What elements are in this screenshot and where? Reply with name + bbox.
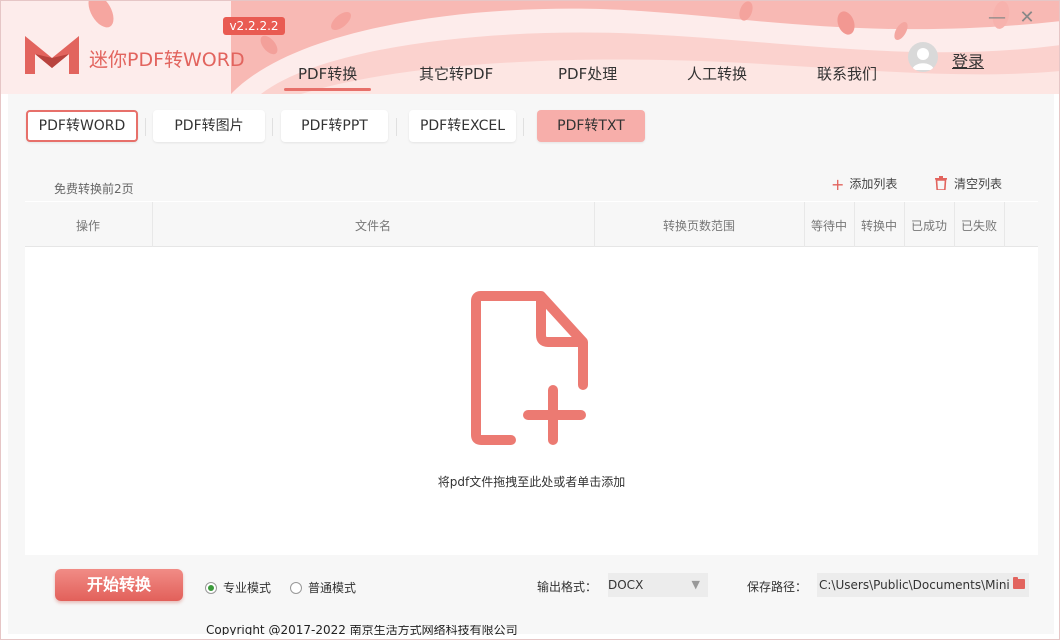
column-header: 操作 bbox=[76, 219, 101, 233]
start-convert-button[interactable]: 开始转换 bbox=[55, 569, 183, 601]
clear-list-label: 清空列表 bbox=[954, 177, 1003, 191]
column-separator bbox=[804, 202, 805, 247]
mode-professional[interactable]: 专业模式 bbox=[205, 579, 271, 596]
folder-icon[interactable] bbox=[1013, 577, 1025, 589]
drop-hint: 将pdf文件拖拽至此处或者单击添加 bbox=[437, 475, 626, 489]
drop-zone[interactable]: 将pdf文件拖拽至此处或者单击添加 bbox=[25, 247, 1038, 555]
free-note: 免费转换前2页 bbox=[54, 182, 134, 196]
add-list-label: 添加列表 bbox=[849, 177, 898, 191]
app-window: 迷你PDF转WORD v2.2.2.2 PDF转换 其它转PDF PDF处理 人… bbox=[0, 0, 1060, 640]
mode-normal[interactable]: 普通模式 bbox=[290, 579, 356, 596]
bottom-bar: 开始转换 专业模式 普通模式 输出格式： DOCX ▼ 保存路径： C:\Use… bbox=[25, 555, 1038, 615]
add-list-button[interactable]: + 添加列表 bbox=[831, 175, 897, 194]
avatar[interactable] bbox=[908, 42, 938, 72]
divider bbox=[272, 118, 273, 136]
column-separator bbox=[1004, 202, 1005, 247]
column-header: 等待中 bbox=[811, 219, 848, 233]
output-format-select[interactable]: DOCX ▼ bbox=[608, 573, 708, 597]
mode-normal-label: 普通模式 bbox=[308, 581, 357, 595]
column-header: 已失败 bbox=[961, 219, 998, 233]
plus-icon: + bbox=[831, 175, 845, 194]
mode-professional-label: 专业模式 bbox=[223, 581, 272, 595]
close-button[interactable]: ✕ bbox=[1016, 7, 1038, 29]
column-header: 文件名 bbox=[355, 219, 392, 233]
type-pdf-to-word[interactable]: PDF转WORD bbox=[26, 110, 138, 142]
table-header: 操作 文件名 转换页数范围 等待中 转换中 已成功 已失败 bbox=[25, 202, 1038, 247]
tab-pdf-process[interactable]: PDF处理 bbox=[558, 63, 617, 84]
type-pdf-to-image[interactable]: PDF转图片 bbox=[153, 110, 265, 142]
panel-toolbar: 免费转换前2页 + 添加列表 清空列表 bbox=[25, 165, 1038, 201]
app-logo bbox=[25, 36, 79, 74]
column-separator bbox=[904, 202, 905, 247]
minimize-button[interactable]: — bbox=[986, 7, 1008, 29]
add-file-icon bbox=[471, 291, 588, 445]
output-format-label: 输出格式： bbox=[537, 580, 598, 594]
save-path-value: C:\Users\Public\Documents\Mini bbox=[819, 578, 1010, 592]
radio-checked-icon bbox=[205, 582, 217, 594]
app-title: 迷你PDF转WORD bbox=[89, 49, 245, 71]
clear-list-button[interactable]: 清空列表 bbox=[935, 175, 1002, 192]
divider bbox=[523, 118, 524, 136]
output-format-value: DOCX bbox=[608, 578, 644, 592]
column-header: 转换中 bbox=[861, 219, 898, 233]
copyright-text: Copyright @2017-2022 南京生活方式网络科技有限公司 bbox=[206, 625, 518, 635]
tab-other-to-pdf[interactable]: 其它转PDF bbox=[419, 63, 493, 84]
column-header: 转换页数范围 bbox=[663, 219, 736, 233]
tab-pdf-convert[interactable]: PDF转换 bbox=[283, 63, 372, 91]
login-link[interactable]: 登录 bbox=[952, 48, 984, 72]
column-separator bbox=[854, 202, 855, 247]
file-panel: 免费转换前2页 + 添加列表 清空列表 操作 文件名 转换页数范围 等待中 转换… bbox=[25, 165, 1038, 615]
radio-unchecked-icon bbox=[290, 582, 302, 594]
type-pdf-to-txt[interactable]: PDF转TXT bbox=[537, 110, 645, 142]
column-separator bbox=[594, 202, 595, 247]
type-pdf-to-ppt[interactable]: PDF转PPT bbox=[281, 110, 388, 142]
divider bbox=[145, 118, 146, 136]
main-content: PDF转WORD PDF转图片 PDF转PPT PDF转EXCEL PDF转TX… bbox=[8, 94, 1054, 634]
user-icon bbox=[912, 48, 934, 70]
save-path-label: 保存路径： bbox=[747, 580, 808, 594]
version-badge: v2.2.2.2 bbox=[223, 17, 285, 35]
header: 迷你PDF转WORD v2.2.2.2 PDF转换 其它转PDF PDF处理 人… bbox=[1, 1, 1059, 94]
tab-manual-convert[interactable]: 人工转换 bbox=[687, 63, 747, 84]
column-separator bbox=[152, 202, 153, 247]
column-header: 已成功 bbox=[911, 219, 948, 233]
divider bbox=[396, 118, 397, 136]
tab-contact-us[interactable]: 联系我们 bbox=[817, 63, 877, 84]
column-separator bbox=[954, 202, 955, 247]
type-pdf-to-excel[interactable]: PDF转EXCEL bbox=[409, 110, 516, 142]
trash-icon bbox=[935, 176, 947, 190]
save-path-field[interactable]: C:\Users\Public\Documents\Mini bbox=[817, 573, 1029, 597]
chevron-down-icon: ▼ bbox=[691, 578, 700, 591]
